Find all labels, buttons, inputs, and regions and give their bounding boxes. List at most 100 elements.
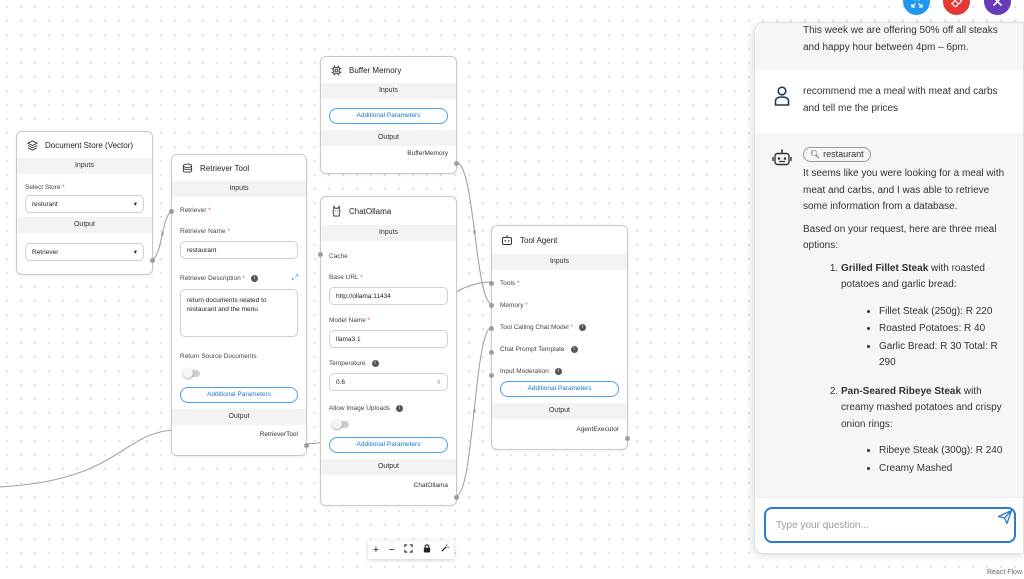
fit-view-icon[interactable]: [404, 544, 414, 556]
price-item: Fillet Steak (250g): R 220: [879, 304, 1009, 321]
output-dropdown[interactable]: Retriever ▾: [25, 243, 144, 261]
eraser-icon: [950, 0, 962, 7]
retriever-input-handle[interactable]: [169, 209, 174, 214]
prompt-template-label: Chat Prompt Template i: [492, 346, 627, 353]
prompt-template-input-handle[interactable]: [489, 350, 494, 355]
chat-input-area: Type your question...: [755, 497, 1023, 553]
node-header: Retriever Tool: [172, 155, 306, 181]
node-retriever-tool[interactable]: Retriever Tool Inputs Retriever * Retrie…: [169, 154, 309, 456]
info-icon[interactable]: i: [570, 346, 578, 353]
llama-icon: [329, 204, 343, 218]
temperature-input[interactable]: 0.6 ⇕: [329, 373, 448, 391]
memory-chip-icon: [329, 63, 343, 77]
robot-icon: [500, 233, 514, 247]
node-title: Tool Agent: [520, 235, 558, 245]
cache-input-handle[interactable]: [318, 252, 323, 257]
zoom-out-button[interactable]: −: [389, 544, 395, 556]
output-handle[interactable]: [454, 495, 459, 500]
model-name-label: Model Name *: [329, 317, 371, 324]
output-section: Output: [321, 459, 456, 475]
output-value: ChatOllama: [413, 482, 448, 489]
meal-item: Grilled Fillet Steak with roasted potato…: [841, 261, 1009, 372]
react-flow-attribution[interactable]: React Flow: [987, 569, 1022, 576]
send-icon[interactable]: [997, 509, 1013, 530]
retriever-description-label: Retriever Description * i ⤢: [180, 273, 298, 283]
input-moderation-input-handle[interactable]: [489, 373, 494, 378]
node-title: Document Store (Vector): [45, 140, 134, 150]
base-url-label: Base URL *: [329, 274, 363, 281]
magic-wand-icon[interactable]: [440, 544, 449, 556]
tool-chip[interactable]: 🔍︎ restaurant: [803, 147, 871, 162]
edge-left-retriever: [0, 429, 174, 488]
tools-input-handle[interactable]: [489, 281, 494, 286]
select-store-dropdown[interactable]: resturant ▾: [25, 195, 144, 213]
output-value: RetrieverTool: [259, 431, 298, 438]
output-section: Output: [321, 130, 456, 146]
inputs-section: Inputs: [492, 254, 627, 270]
tool-calling-input-handle[interactable]: [489, 326, 494, 331]
output-handle[interactable]: [625, 436, 630, 441]
edge-delete-1: ×: [160, 231, 165, 238]
inputs-section: Inputs: [321, 225, 456, 241]
model-name-input[interactable]: llama3.1: [329, 330, 448, 348]
output-section: Output: [492, 403, 627, 419]
expand-icon[interactable]: ⤢: [292, 273, 298, 283]
return-source-label: Return Source Documents: [180, 353, 257, 360]
node-title: Buffer Memory: [349, 65, 402, 75]
allow-uploads-toggle[interactable]: [332, 419, 349, 429]
retriever-description-input[interactable]: return documents related to restaurant a…: [180, 289, 298, 337]
node-chat-ollama[interactable]: ChatOllama Inputs Cache Base URL * http:…: [318, 196, 459, 506]
meal-list: Grilled Fillet Steak with roasted potato…: [803, 261, 1009, 478]
cache-label: Cache: [329, 253, 348, 260]
info-icon[interactable]: i: [251, 274, 259, 282]
inputs-section: Inputs: [321, 83, 456, 99]
zoom-in-button[interactable]: +: [373, 544, 379, 556]
chat-question-input[interactable]: Type your question...: [764, 507, 1016, 543]
close-icon: [992, 0, 1003, 7]
memory-input-handle[interactable]: [489, 303, 494, 308]
output-value: BufferMemory: [407, 150, 448, 157]
node-buffer-memory[interactable]: Buffer Memory Inputs Additional Paramete…: [320, 56, 459, 174]
info-icon[interactable]: i: [371, 360, 379, 367]
node-document-store[interactable]: Document Store (Vector) Inputs Select St…: [16, 131, 155, 275]
node-title: ChatOllama: [349, 206, 392, 216]
output-section: Output: [17, 217, 152, 233]
meal-price-list: Ribeye Steak (300g): R 240 Creamy Mashed: [841, 443, 1009, 477]
tool-icon: 🔍︎: [810, 150, 821, 159]
retriever-name-input[interactable]: restaurant: [180, 241, 298, 259]
allow-uploads-label: Allow Image Uploads i: [321, 405, 456, 412]
chat-message-user: recommend me a meal with meat and carbs …: [755, 70, 1023, 133]
output-section: Output: [172, 409, 306, 425]
select-store-label: Select Store *: [25, 184, 65, 191]
price-item: Roasted Potatoes: R 40: [879, 321, 1009, 338]
user-avatar: [771, 84, 793, 117]
node-tool-agent[interactable]: Tool Agent Inputs Tools * Memory * Tool …: [489, 225, 630, 450]
tool-calling-label: Tool Calling Chat Model * i: [492, 324, 627, 331]
chat-message-bot: 🔍︎ restaurant It seems like you were loo…: [755, 133, 1023, 533]
stepper-icon[interactable]: ⇕: [436, 379, 441, 386]
lock-icon[interactable]: [423, 544, 431, 556]
output-handle[interactable]: [150, 258, 155, 263]
meal-item: Pan-Seared Ribeye Steak with creamy mash…: [841, 384, 1009, 478]
node-header: Document Store (Vector): [17, 132, 152, 158]
additional-parameters-button[interactable]: Additional Parameters: [329, 437, 448, 453]
base-url-input[interactable]: http://ollama:11434: [329, 287, 448, 305]
additional-parameters-button[interactable]: Additional Parameters: [180, 387, 298, 403]
memory-label: Memory *: [500, 302, 528, 309]
output-handle[interactable]: [454, 161, 459, 166]
info-icon[interactable]: i: [554, 368, 562, 375]
flow-controls: + −: [368, 541, 454, 559]
additional-parameters-button[interactable]: Additional Parameters: [329, 108, 448, 124]
node-header: Buffer Memory: [321, 57, 456, 83]
info-icon[interactable]: i: [579, 324, 586, 331]
inputs-section: Inputs: [172, 181, 306, 197]
expand-icon: [910, 0, 923, 8]
price-item: Ribeye Steak (300g): R 240: [879, 443, 1009, 460]
inputs-section: Inputs: [17, 158, 152, 174]
return-source-toggle[interactable]: [183, 368, 200, 378]
additional-parameters-button[interactable]: Additional Parameters: [500, 381, 619, 397]
output-handle[interactable]: [304, 443, 309, 448]
tools-label: Tools *: [500, 280, 520, 287]
info-icon[interactable]: i: [396, 405, 404, 412]
caret-down-icon: ▾: [133, 249, 137, 256]
